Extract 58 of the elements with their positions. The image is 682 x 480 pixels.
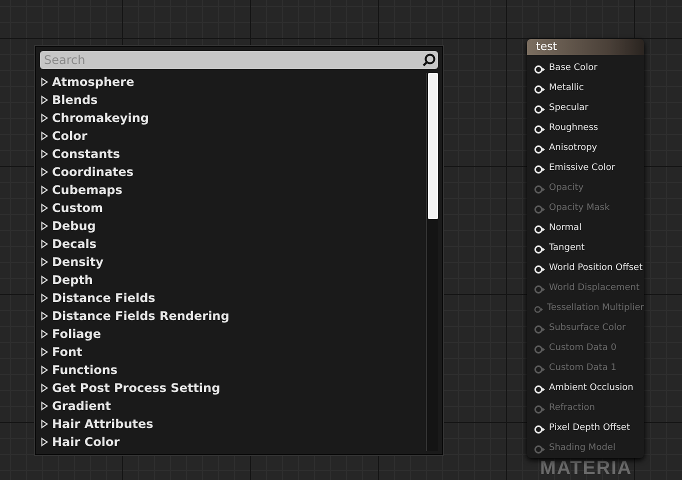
category-item[interactable]: Cubemaps [40, 181, 422, 199]
pin-label: Refraction [549, 402, 595, 416]
pin-connector-icon[interactable] [534, 64, 545, 74]
pin-label: Custom Data 1 [549, 362, 616, 376]
pin-label: Metallic [549, 82, 584, 96]
pin-label: Roughness [549, 122, 598, 136]
pin-connector-icon[interactable] [534, 384, 545, 394]
pin-label: Normal [549, 222, 582, 236]
category-item[interactable]: Debug [40, 217, 422, 235]
graph-watermark-label: MATERIA [540, 459, 632, 478]
pin-connector-icon[interactable] [534, 424, 545, 434]
pin-label: Base Color [549, 62, 598, 76]
category-item[interactable]: Depth [40, 271, 422, 289]
pin-label: Anisotropy [549, 142, 598, 156]
pin-connector-icon[interactable] [534, 244, 545, 254]
category-item[interactable]: Distance Fields Rendering [40, 307, 422, 325]
pin-label: World Position Offset [549, 262, 643, 276]
pin-label: Custom Data 0 [549, 342, 616, 356]
pin-connector-icon[interactable] [534, 264, 545, 274]
material-node[interactable] [527, 39, 644, 458]
category-item[interactable]: Hair Color [40, 433, 422, 451]
pin-label: Pixel Depth Offset [549, 422, 630, 436]
pin-label: Tessellation Multiplier [547, 302, 644, 316]
category-item[interactable]: Constants [40, 145, 422, 163]
category-item[interactable]: Color [40, 127, 422, 145]
category-item[interactable]: Density [40, 253, 422, 271]
category-item[interactable]: Custom [40, 199, 422, 217]
search-icon[interactable] [422, 53, 436, 67]
category-item[interactable]: Distance Fields [40, 289, 422, 307]
pin-label: Tangent [549, 242, 585, 256]
pin-connector-icon[interactable] [534, 104, 545, 114]
node-title: test [527, 39, 644, 55]
category-item[interactable]: Functions [40, 361, 422, 379]
scrollbar-thumb[interactable] [428, 73, 438, 219]
category-item[interactable]: Blends [40, 91, 422, 109]
pin-label: Shading Model [549, 442, 616, 456]
pin-connector-icon[interactable] [534, 144, 545, 154]
pin-label: Subsurface Color [549, 322, 626, 336]
category-item[interactable]: Foliage [40, 325, 422, 343]
pin-label: World Displacement [549, 282, 640, 296]
pin-label: Ambient Occlusion [549, 382, 634, 396]
category-item[interactable]: Get Post Process Setting [40, 379, 422, 397]
pin-connector-icon[interactable] [534, 84, 545, 94]
pin-connector-icon[interactable] [534, 124, 545, 134]
pin-connector-icon[interactable] [534, 224, 545, 234]
pin-label: Specular [549, 102, 588, 116]
category-item[interactable]: Decals [40, 235, 422, 253]
pin-label: Opacity Mask [549, 202, 610, 216]
pin-label: Emissive Color [549, 162, 616, 176]
pin-label: Opacity [549, 182, 584, 196]
category-item[interactable]: Atmosphere [40, 73, 422, 91]
category-item[interactable]: Hair Attributes [40, 415, 422, 433]
category-item[interactable]: Gradient [40, 397, 422, 415]
category-item[interactable]: Coordinates [40, 163, 422, 181]
category-item[interactable]: Font [40, 343, 422, 361]
pin-connector-icon[interactable] [534, 164, 545, 174]
category-item[interactable]: Chromakeying [40, 109, 422, 127]
scrollbar-track[interactable] [426, 73, 438, 451]
